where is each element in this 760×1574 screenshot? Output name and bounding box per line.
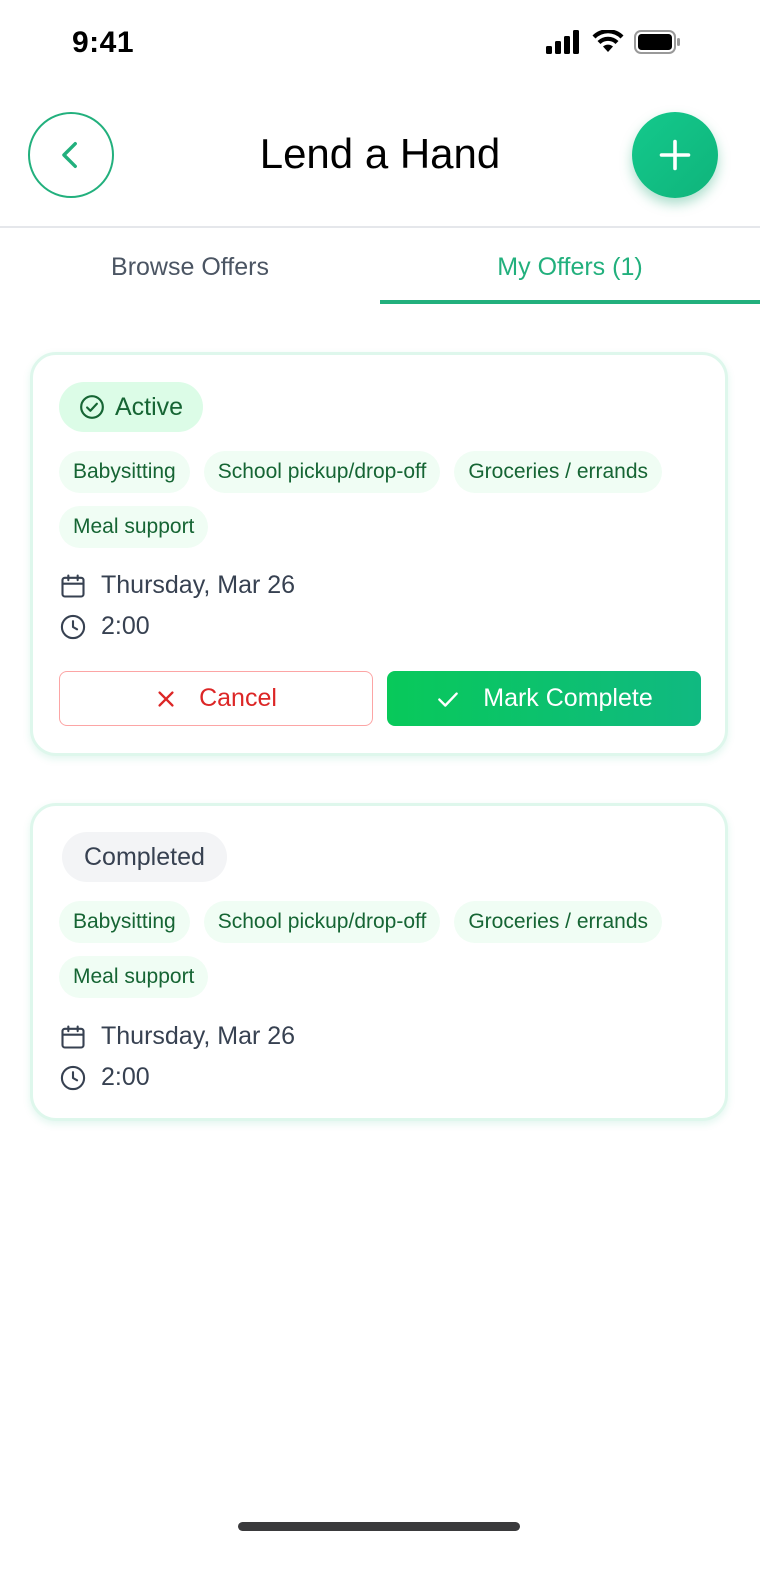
clock-icon — [60, 1065, 86, 1090]
cancel-offer-button[interactable]: Cancel — [59, 671, 373, 726]
status-icons — [546, 30, 682, 54]
offer-tag: Groceries / errands — [454, 901, 663, 943]
home-indicator — [238, 1522, 520, 1531]
tab-browse-offers[interactable]: Browse Offers — [0, 230, 380, 304]
offer-tag: School pickup/drop-off — [203, 901, 441, 943]
battery-icon — [634, 30, 680, 54]
cancel-button-label: Cancel — [199, 684, 277, 712]
offer-tag: Babysitting — [59, 451, 190, 493]
signal-icon — [546, 30, 579, 54]
status-badge: Active — [59, 382, 204, 432]
plus-icon — [659, 139, 691, 171]
mark-complete-button[interactable]: Mark Complete — [387, 671, 701, 726]
close-icon — [158, 690, 174, 707]
status-bar: 9:41 — [0, 0, 760, 90]
offer-card-active: Active Babysitting School pickup/drop-of… — [30, 352, 728, 756]
offer-date-text: Thursday, Mar 26 — [101, 571, 296, 599]
offer-tag: School pickup/drop-off — [203, 451, 441, 493]
offer-date: Thursday, Mar 26 — [59, 1022, 295, 1051]
status-badge-label: Completed — [84, 842, 205, 871]
tab-my-offers[interactable]: My Offers (1) — [380, 230, 760, 304]
clock-icon — [60, 614, 86, 639]
calendar-icon — [61, 573, 85, 598]
offer-tags: Babysitting School pickup/drop-off Groce… — [59, 451, 699, 548]
offer-time: 2:00 — [59, 612, 150, 641]
status-time: 9:41 — [72, 26, 135, 59]
offer-tag: Groceries / errands — [454, 451, 663, 493]
offers-tabs: Browse Offers My Offers (1) — [0, 230, 760, 304]
offer-card-completed: Completed Babysitting School pickup/drop… — [30, 803, 728, 1121]
check-circle-icon — [80, 395, 104, 419]
app-header: Lend a Hand — [0, 100, 760, 228]
status-badge: Completed — [62, 832, 227, 882]
wifi-icon — [592, 30, 624, 52]
offer-tag: Meal support — [59, 956, 209, 998]
offer-tag: Meal support — [59, 506, 209, 548]
mark-complete-label: Mark Complete — [483, 684, 653, 712]
add-offer-button[interactable] — [632, 112, 718, 198]
offer-date-text: Thursday, Mar 26 — [101, 1022, 296, 1050]
status-badge-label: Active — [115, 392, 184, 421]
offer-tags: Babysitting School pickup/drop-off Groce… — [59, 901, 699, 998]
offer-date: Thursday, Mar 26 — [59, 571, 295, 600]
offer-time-text: 2:00 — [101, 612, 150, 640]
offer-time-text: 2:00 — [101, 1063, 150, 1091]
offer-tag: Babysitting — [59, 901, 190, 943]
offer-time: 2:00 — [59, 1063, 150, 1092]
calendar-icon — [61, 1024, 85, 1049]
check-icon — [438, 691, 459, 707]
